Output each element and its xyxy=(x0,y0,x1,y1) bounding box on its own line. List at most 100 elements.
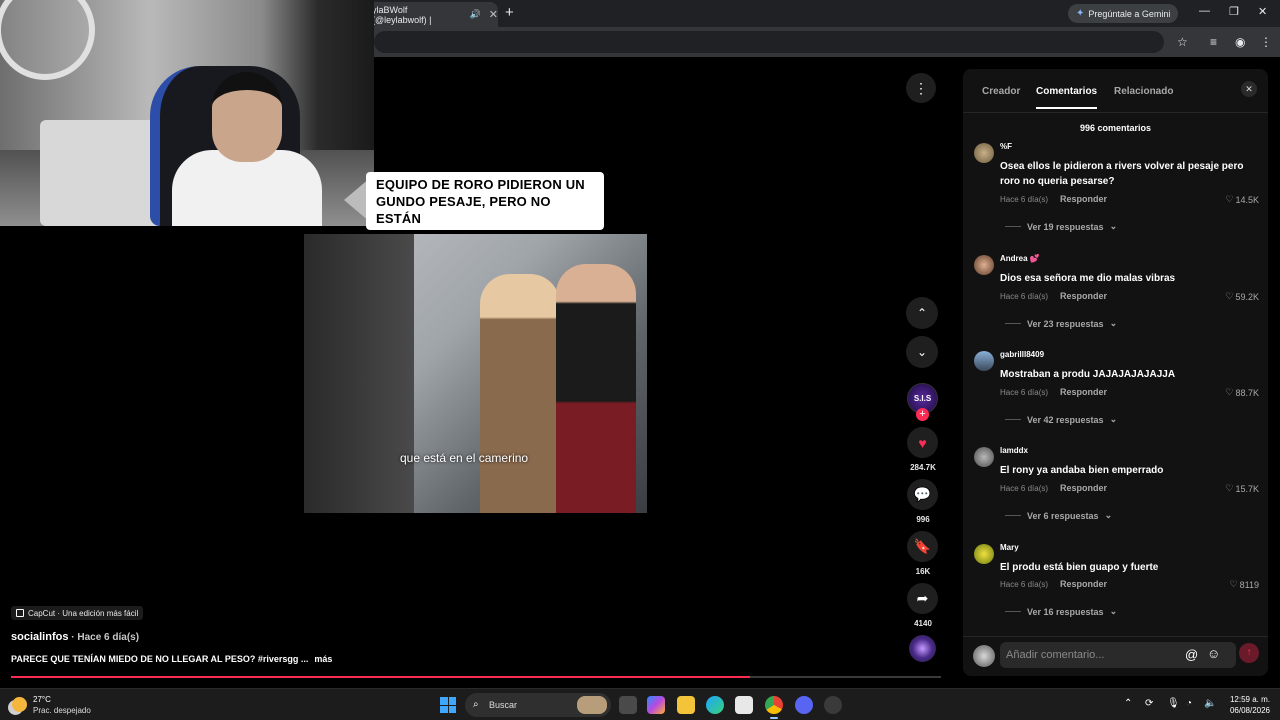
comment-like-button[interactable]: ♡ 59.2K xyxy=(1225,291,1259,302)
minimize-button[interactable]: — xyxy=(1199,5,1210,17)
start-button[interactable] xyxy=(440,697,456,713)
tab-related[interactable]: Relacionado xyxy=(1114,86,1173,97)
restore-button[interactable]: ❐ xyxy=(1229,5,1239,18)
task-view-icon[interactable] xyxy=(619,696,637,714)
address-bar[interactable] xyxy=(374,31,1164,53)
video-progress-bar[interactable] xyxy=(11,676,941,678)
comment-user[interactable]: Andrea 💕 xyxy=(1000,254,1040,263)
weather-description[interactable]: Prac. despejado xyxy=(33,706,91,715)
comment-avatar[interactable] xyxy=(974,351,994,371)
speaker-icon[interactable]: 🔊 xyxy=(470,9,481,20)
new-tab-button[interactable]: + xyxy=(505,4,514,21)
comment-button[interactable]: 💬 xyxy=(907,479,938,510)
obs-icon[interactable] xyxy=(824,696,842,714)
emoji-icon[interactable]: ☺ xyxy=(1207,646,1220,661)
reply-button[interactable]: Responder xyxy=(1060,387,1107,397)
chevron-down-icon: ⌄ xyxy=(1104,510,1113,520)
weather-icon[interactable] xyxy=(12,697,27,712)
previous-video-button[interactable]: ⌃ xyxy=(906,297,938,329)
reply-button[interactable]: Responder xyxy=(1060,291,1107,301)
view-replies-label: Ver 6 respuestas xyxy=(1027,510,1099,521)
sync-icon[interactable]: ⟳ xyxy=(1145,698,1153,709)
more-link[interactable]: más xyxy=(314,654,332,664)
taskbar-search[interactable]: ⌕ Buscar xyxy=(465,693,611,717)
share-button[interactable]: ➦ xyxy=(907,583,938,614)
comment-like-button[interactable]: ♡ 14.5K xyxy=(1225,194,1259,205)
chevron-up-icon[interactable]: ⌃ xyxy=(1124,698,1132,709)
comment-user[interactable]: %F xyxy=(1000,142,1012,151)
follow-button[interactable]: + xyxy=(916,408,929,421)
heart-outline-icon: ♡ xyxy=(1225,387,1234,397)
tab-creator[interactable]: Creador xyxy=(982,86,1020,97)
comment-like-button[interactable]: ♡ 8119 xyxy=(1230,579,1259,590)
video-player[interactable]: que está en el camerino xyxy=(304,234,647,513)
save-button[interactable]: 🔖 xyxy=(907,531,938,562)
profile-icon[interactable]: ◉ xyxy=(1235,35,1245,49)
comment-text: Dios esa señora me dio malas vibras xyxy=(1000,273,1176,284)
comment-avatar[interactable] xyxy=(974,143,994,163)
close-window-button[interactable]: ✕ xyxy=(1258,5,1267,18)
author-name[interactable]: socialinfos xyxy=(11,631,68,643)
comment-item: %F Osea ellos le pidieron a rivers volve… xyxy=(963,139,1268,235)
view-replies-button[interactable]: Ver 19 respuestas ⌄ xyxy=(1005,221,1117,232)
system-clock[interactable]: 12:59 a. m. 06/08/2026 xyxy=(1222,694,1270,716)
caption-line-2: GUNDO PESAJE, PERO NO ESTÁN xyxy=(376,194,551,226)
tab-comments[interactable]: Comentarios xyxy=(1036,86,1098,109)
edge-icon[interactable] xyxy=(706,696,724,714)
description-text: PARECE QUE TENÍAN MIEDO DE NO LLEGAR AL … xyxy=(11,654,309,664)
mention-icon[interactable]: @ xyxy=(1185,647,1198,662)
chrome-icon[interactable] xyxy=(765,696,783,719)
comment-like-button[interactable]: ♡ 88.7K xyxy=(1225,387,1259,398)
divider xyxy=(1005,323,1021,324)
temperature[interactable]: 27°C xyxy=(33,695,51,704)
chevron-down-icon: ⌄ xyxy=(1109,606,1118,616)
close-tab-icon[interactable]: ✕ xyxy=(489,8,498,21)
heart-outline-icon: ♡ xyxy=(1225,483,1234,493)
reply-button[interactable]: Responder xyxy=(1060,483,1107,493)
view-replies-button[interactable]: Ver 23 respuestas ⌄ xyxy=(1005,318,1117,329)
browser-tab[interactable]: ylaBWolf (@leylabwolf) | 🔊 ✕ xyxy=(362,2,498,27)
bookmark-icon: 🔖 xyxy=(913,538,932,554)
discord-icon[interactable] xyxy=(795,696,813,714)
send-button[interactable]: ↑ xyxy=(1239,643,1259,663)
reply-button[interactable]: Responder xyxy=(1060,194,1107,204)
heart-outline-icon: ♡ xyxy=(1225,194,1234,204)
more-options-button[interactable]: ⋮ xyxy=(906,73,936,103)
capcut-icon xyxy=(16,609,24,617)
comments-panel: Creador Comentarios Relacionado ✕ 996 co… xyxy=(963,69,1268,676)
comment-user[interactable]: lamddx xyxy=(1000,446,1028,455)
comment-user[interactable]: gabrilll8409 xyxy=(1000,350,1044,359)
comment-input[interactable]: Añadir comentario... xyxy=(1000,642,1236,668)
view-replies-button[interactable]: Ver 42 respuestas ⌄ xyxy=(1005,414,1117,425)
streamer-head xyxy=(212,72,282,162)
volume-icon[interactable]: 🔈 xyxy=(1204,698,1216,709)
view-replies-button[interactable]: Ver 6 respuestas ⌄ xyxy=(1005,510,1112,521)
comment-user[interactable]: Mary xyxy=(1000,543,1019,552)
wifi-icon[interactable]: ◔ xyxy=(1186,698,1192,709)
comment-avatar[interactable] xyxy=(974,544,994,564)
comment-total: 996 comentarios xyxy=(1079,123,1152,133)
gemini-button[interactable]: ✦ Pregúntale a Gemini xyxy=(1068,4,1179,23)
comment-avatar[interactable] xyxy=(974,255,994,275)
microphone-icon[interactable]: 🎙 xyxy=(1167,698,1180,709)
reply-button[interactable]: Responder xyxy=(1060,579,1107,589)
caption-line-1: EQUIPO DE RORO PIDIERON UN xyxy=(376,177,585,192)
copilot-icon[interactable] xyxy=(647,696,665,714)
comment-like-button[interactable]: ♡ 15.7K xyxy=(1225,483,1259,494)
like-button[interactable]: ♥ xyxy=(907,427,938,458)
view-replies-button[interactable]: Ver 16 respuestas ⌄ xyxy=(1005,606,1117,617)
post-description: PARECE QUE TENÍAN MIEDO DE NO LLEGAR AL … xyxy=(11,654,332,664)
bookmark-star-icon[interactable]: ☆ xyxy=(1177,35,1188,49)
capcut-badge[interactable]: CapCut · Una edición más fácil xyxy=(11,606,144,620)
comment-time: Hace 6 día(s) xyxy=(1000,580,1049,589)
media-control-icon[interactable]: ≡ xyxy=(1210,35,1217,49)
post-author[interactable]: socialinfos · Hace 6 día(s) xyxy=(11,631,139,643)
file-explorer-icon[interactable] xyxy=(677,696,695,714)
comment-avatar[interactable] xyxy=(974,447,994,467)
comment-count: 996 xyxy=(916,515,930,524)
close-panel-button[interactable]: ✕ xyxy=(1241,81,1257,97)
browser-menu-icon[interactable]: ⋮ xyxy=(1260,35,1272,49)
music-disc-icon[interactable] xyxy=(909,635,936,662)
store-icon[interactable] xyxy=(735,696,753,714)
next-video-button[interactable]: ⌄ xyxy=(906,336,938,368)
